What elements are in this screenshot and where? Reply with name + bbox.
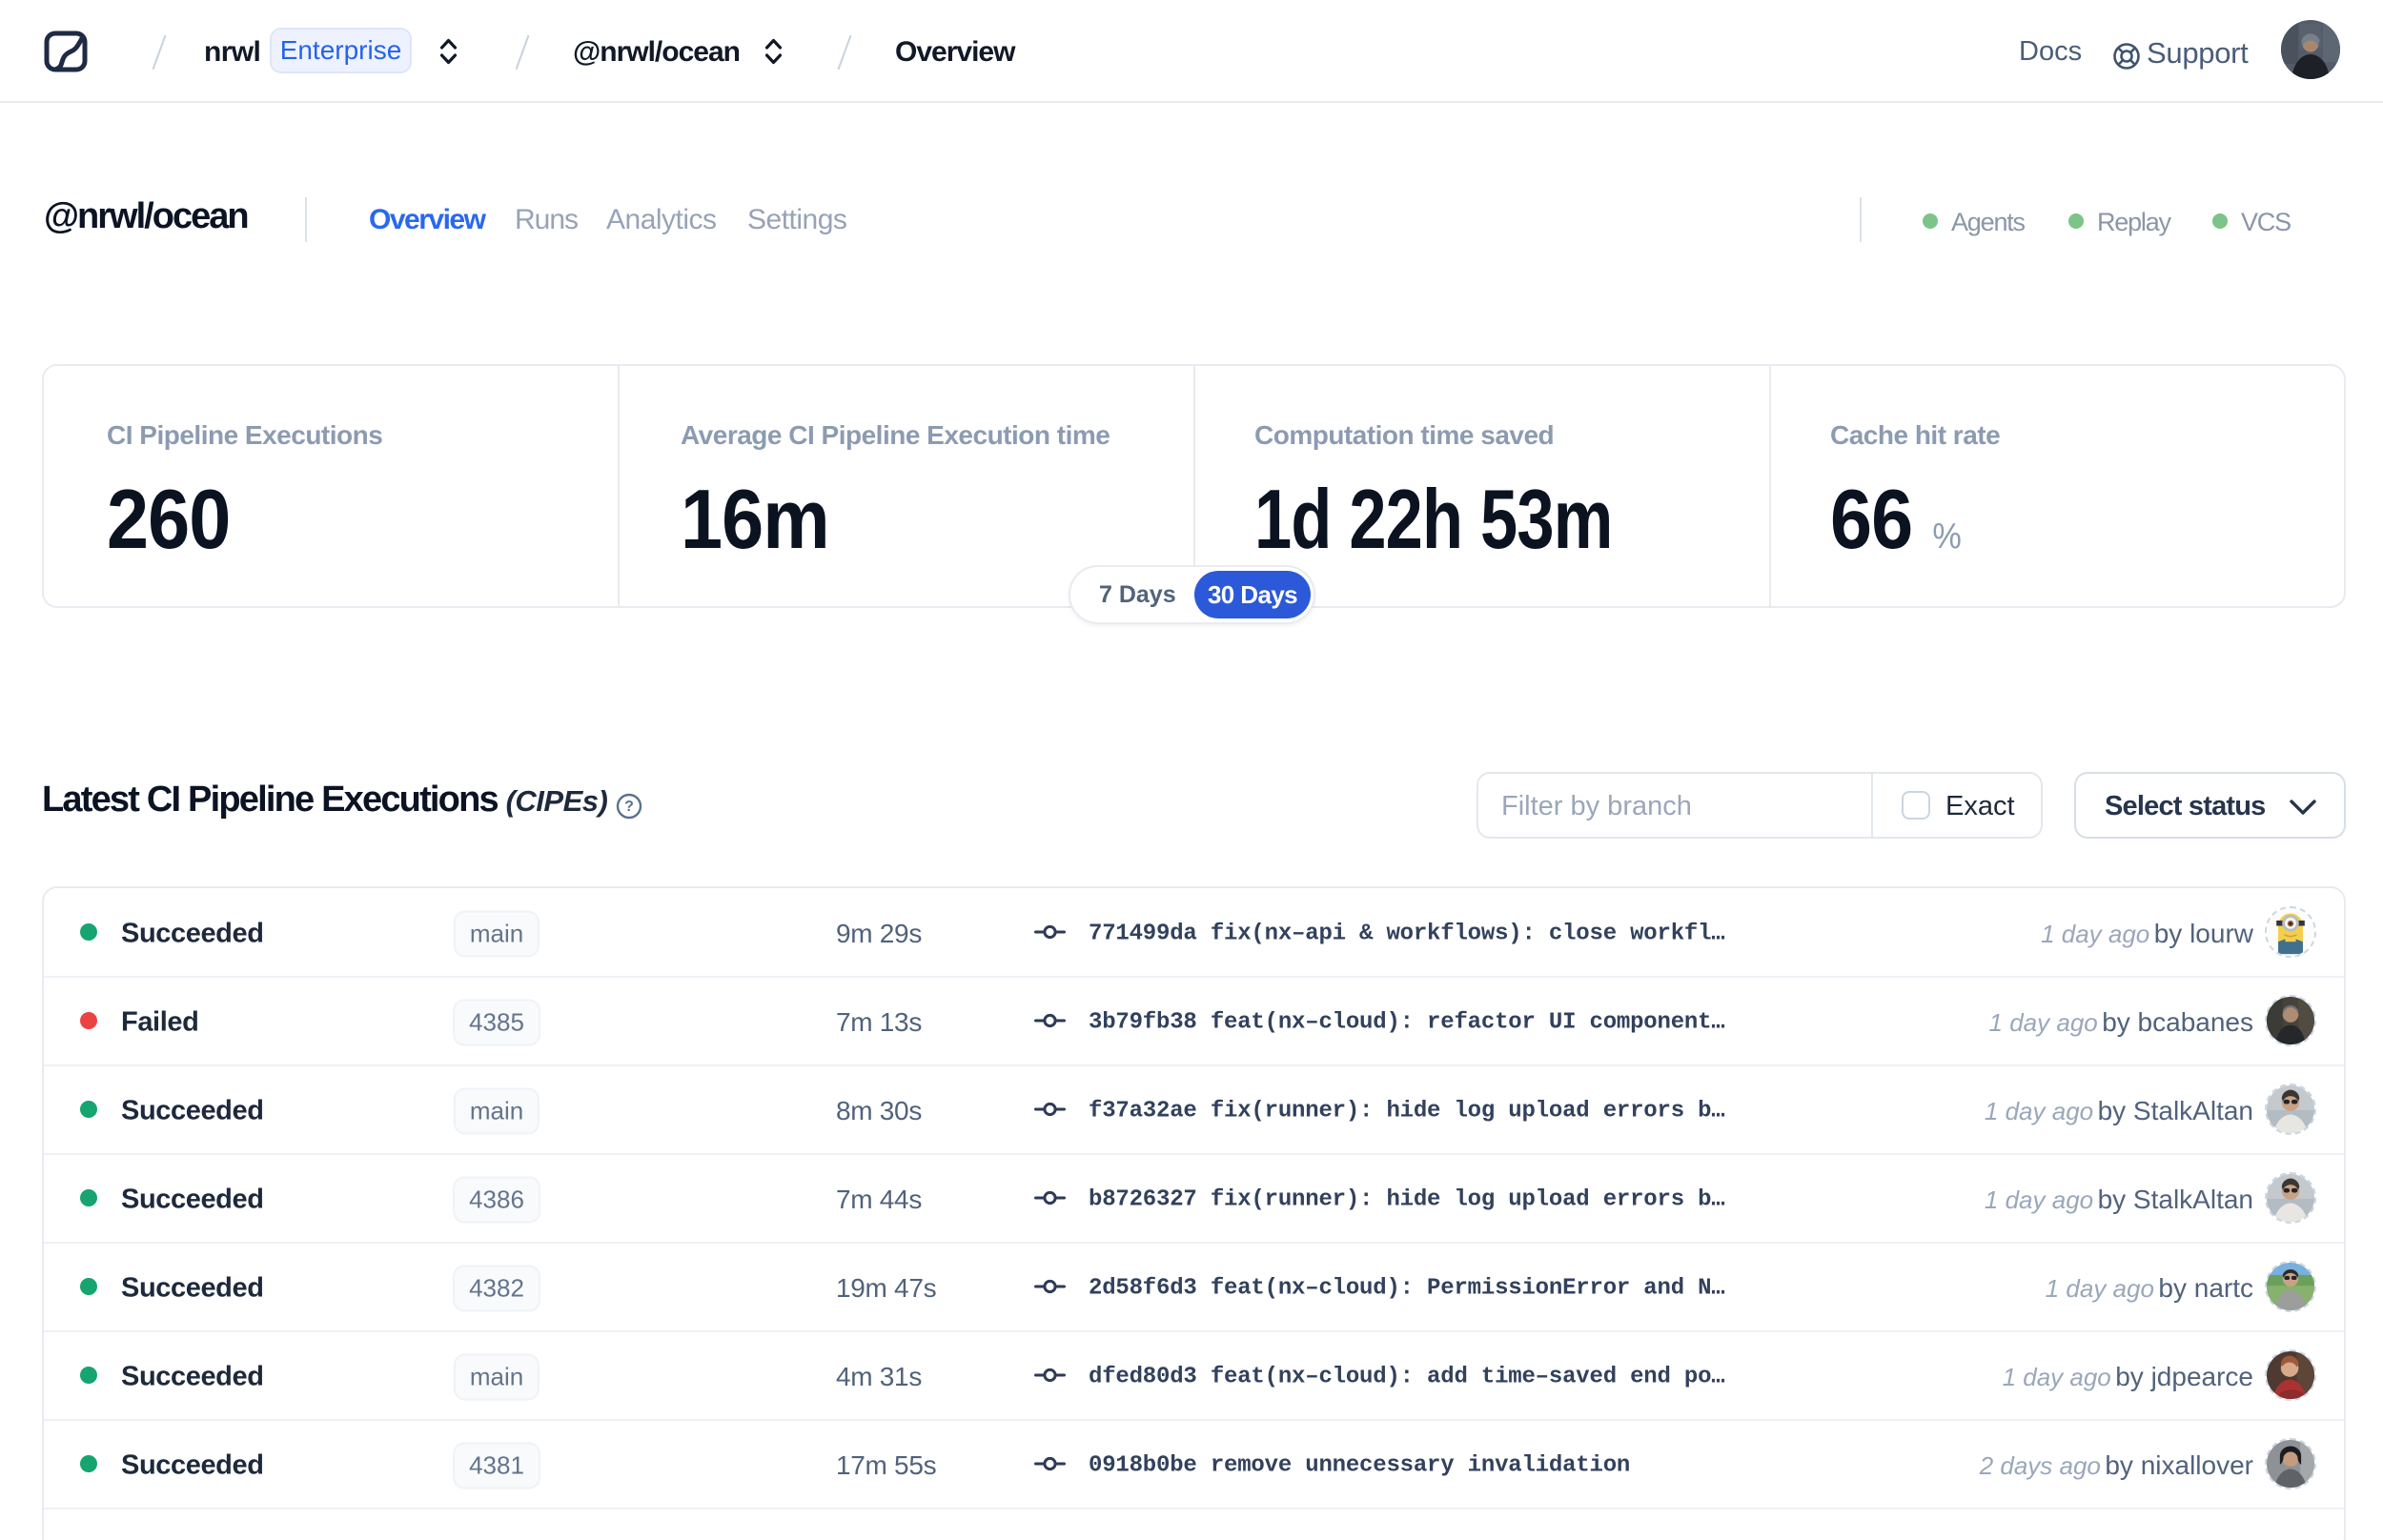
svg-text:?: ? xyxy=(624,799,634,815)
